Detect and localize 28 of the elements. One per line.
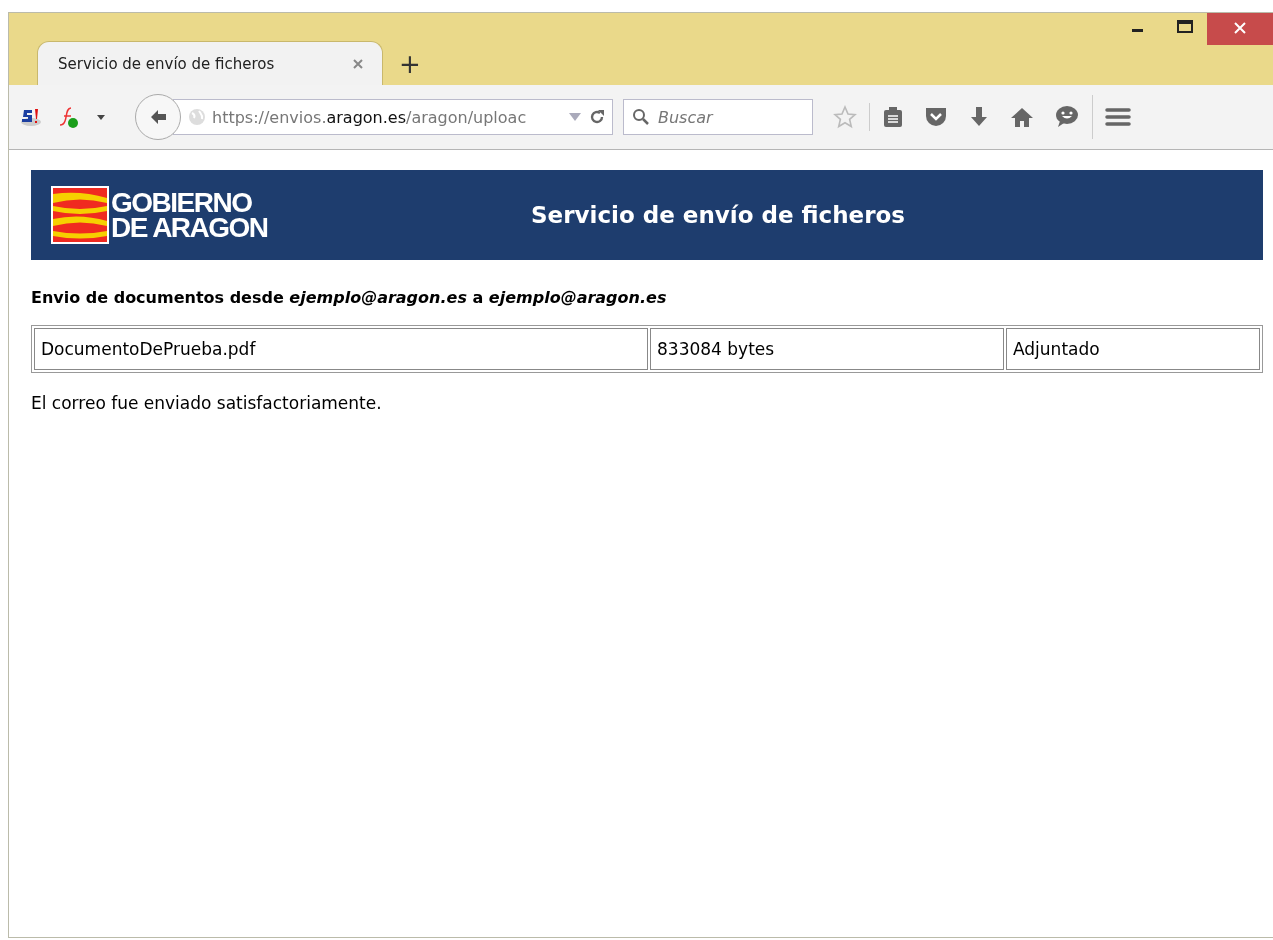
table-cell: 833084 bytes bbox=[650, 328, 1004, 370]
chat-icon[interactable] bbox=[1054, 105, 1080, 129]
browser-tab[interactable]: Servicio de envío de ficheros bbox=[37, 41, 383, 85]
close-icon[interactable] bbox=[1207, 13, 1273, 45]
logo-text: DE ARAGON bbox=[111, 215, 268, 240]
search-icon bbox=[632, 108, 650, 126]
table-cell: Adjuntado bbox=[1006, 328, 1260, 370]
globe-icon bbox=[188, 108, 206, 126]
pocket-icon[interactable] bbox=[924, 106, 948, 128]
status-message: El correo fue enviado satisfactoriamente. bbox=[31, 393, 383, 413]
reload-icon[interactable] bbox=[588, 108, 606, 126]
back-button[interactable] bbox=[135, 94, 181, 140]
search-field[interactable]: Buscar bbox=[623, 99, 813, 135]
menu-icon[interactable] bbox=[1105, 106, 1131, 128]
flash-icon[interactable] bbox=[57, 105, 81, 129]
clipboard-icon[interactable] bbox=[882, 105, 904, 129]
star-icon[interactable] bbox=[833, 105, 857, 129]
new-tab-button[interactable]: + bbox=[393, 49, 427, 79]
close-icon[interactable] bbox=[352, 57, 364, 70]
table-cell: DocumentoDePrueba.pdf bbox=[34, 328, 648, 370]
heading-text: Envio de documentos desde ejemplo@aragon.es a ejemplo@aragon.es bbox=[31, 288, 668, 307]
address-bar[interactable]: https://envios.aragon.es/aragon/uploac bbox=[173, 99, 613, 135]
addon-icon[interactable] bbox=[19, 106, 43, 128]
home-icon[interactable] bbox=[1010, 106, 1034, 128]
page-title: Servicio de envío de ficheros bbox=[531, 202, 905, 228]
logo-text: GOBIERNO bbox=[111, 190, 253, 215]
dropdown-caret-icon[interactable] bbox=[95, 112, 107, 122]
flag-icon bbox=[51, 186, 109, 244]
